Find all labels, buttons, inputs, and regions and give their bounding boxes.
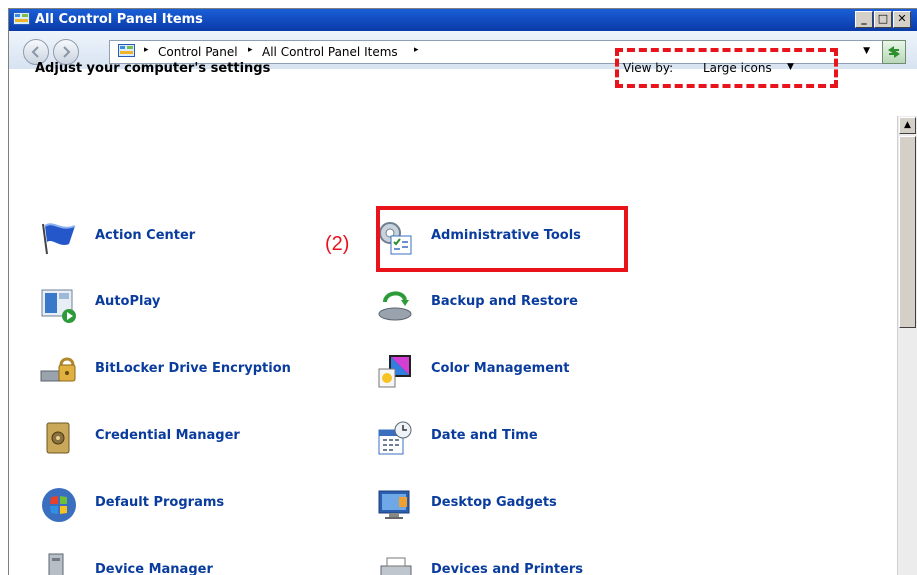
item-label[interactable]: Credential Manager (95, 428, 240, 443)
device-manager-icon (48, 553, 64, 575)
item-label[interactable]: Color Management (431, 361, 570, 376)
color-management-icon (378, 355, 411, 388)
scroll-thumb[interactable] (899, 136, 916, 328)
annotation-highlight-box (376, 206, 628, 272)
minimize-button[interactable]: _ (855, 11, 873, 28)
window-title: All Control Panel Items (35, 12, 203, 27)
page-heading: Adjust your computer's settings (35, 61, 271, 76)
breadcrumb-arrow-icon[interactable]: ▸ (248, 45, 253, 55)
item-label[interactable]: Devices and Printers (431, 562, 583, 575)
windows-globe-icon (42, 488, 76, 522)
forward-arrow-icon (63, 46, 71, 58)
control-panel-window: All Control Panel Items _ □ ✕ ▸ Control … (8, 8, 917, 575)
item-label[interactable]: Date and Time (431, 428, 538, 443)
annotation-step-label: (2) (325, 233, 350, 255)
refresh-button[interactable] (882, 40, 906, 64)
breadcrumb-all-items[interactable]: All Control Panel Items (262, 45, 398, 59)
control-panel-icon (13, 12, 30, 25)
maximize-button[interactable]: □ (874, 11, 892, 28)
breadcrumb-arrow-icon[interactable]: ▸ (414, 45, 419, 55)
item-label[interactable]: Desktop Gadgets (431, 495, 557, 510)
refresh-icon (888, 46, 900, 58)
annotation-dashed-box (615, 48, 838, 88)
item-label[interactable]: Device Manager (95, 562, 213, 575)
flag-icon (42, 223, 76, 255)
printer-icon (380, 557, 412, 575)
breadcrumb-control-panel[interactable]: Control Panel (158, 45, 238, 59)
calendar-clock-icon (378, 421, 412, 455)
back-arrow-icon (31, 46, 39, 58)
item-label[interactable]: BitLocker Drive Encryption (95, 361, 291, 376)
title-bar[interactable]: All Control Panel Items _ □ ✕ (9, 9, 917, 31)
item-label[interactable]: Default Programs (95, 495, 224, 510)
address-history-dropdown-icon[interactable]: ▼ (863, 46, 870, 56)
gadgets-icon (378, 490, 410, 519)
vault-icon (46, 422, 70, 454)
breadcrumb-arrow-icon[interactable]: ▸ (144, 45, 149, 55)
item-label[interactable]: Action Center (95, 228, 195, 243)
item-label[interactable]: AutoPlay (95, 294, 160, 309)
autoplay-icon (41, 289, 76, 323)
close-button[interactable]: ✕ (893, 11, 911, 28)
backup-icon (378, 291, 412, 321)
control-panel-icon (118, 44, 135, 57)
item-label[interactable]: Backup and Restore (431, 294, 578, 309)
bitlocker-icon (40, 357, 76, 382)
scroll-up-button[interactable]: ▲ (899, 117, 916, 134)
vertical-scrollbar[interactable]: ▲ (897, 116, 917, 575)
